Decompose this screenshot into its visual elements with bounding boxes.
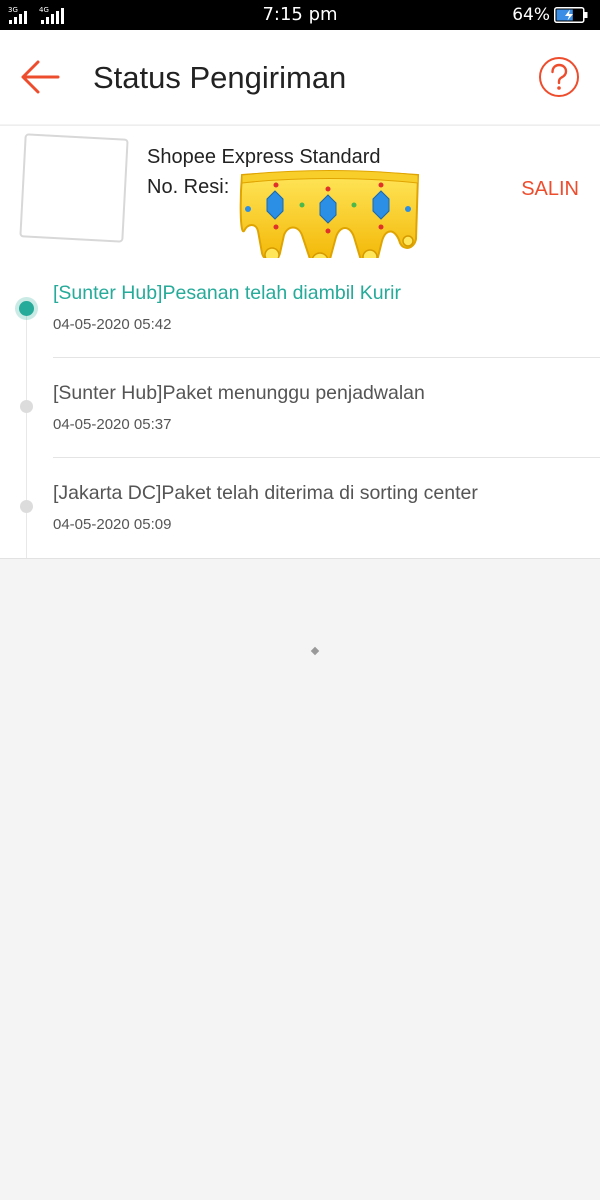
copy-tracking-button[interactable]: SALIN: [521, 178, 579, 201]
timeline-dot: [20, 400, 33, 413]
clock: 7:15 pm: [262, 4, 338, 25]
timeline-item: [Sunter Hub]Pesanan telah diambil Kurir …: [0, 258, 600, 358]
timeline-event-text: [Sunter Hub]Pesanan telah diambil Kurir: [53, 282, 401, 304]
timeline-event-text: [Jakarta DC]Paket telah diterima di sort…: [53, 482, 478, 504]
timeline-event-time: 04-05-2020 05:37: [53, 416, 172, 433]
timeline-item: [Jakarta DC]Paket telah diterima di sort…: [0, 458, 600, 558]
shipment-info-card: Shopee Express Standard No. Resi: SALIN: [0, 125, 600, 270]
page-title: Status Pengiriman: [93, 60, 347, 95]
debris-mark: [310, 646, 320, 656]
timeline-dot-active: [19, 301, 34, 316]
timeline-event-time: 04-05-2020 05:09: [53, 516, 172, 533]
timeline-event-time: 04-05-2020 05:42: [53, 316, 172, 333]
battery-icon: [554, 7, 588, 23]
courier-name: Shopee Express Standard: [147, 146, 381, 168]
header-bar: Status Pengiriman: [0, 30, 600, 124]
status-bar: 3G 4G 7:15 pm 64%: [0, 0, 600, 30]
tracking-number-label: No. Resi:: [147, 176, 230, 198]
timeline-dot: [20, 500, 33, 513]
product-thumbnail: [19, 133, 129, 243]
help-question-icon[interactable]: [538, 56, 580, 98]
back-arrow-icon[interactable]: [18, 57, 62, 97]
battery-percent: 64%: [512, 5, 550, 25]
timeline-item: [Sunter Hub]Paket menunggu penjadwalan 0…: [0, 358, 600, 458]
timeline-event-text: [Sunter Hub]Paket menunggu penjadwalan: [53, 382, 425, 404]
tracking-timeline: [Sunter Hub]Pesanan telah diambil Kurir …: [0, 258, 600, 559]
